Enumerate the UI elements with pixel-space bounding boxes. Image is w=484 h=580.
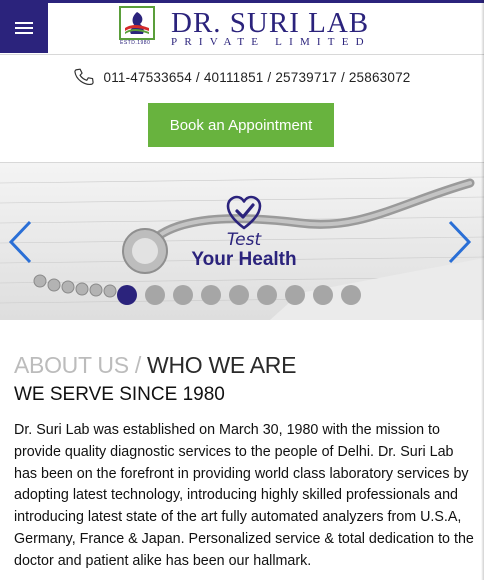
logo-estd: ESTD.1980	[120, 40, 151, 46]
hamburger-icon-bar	[15, 32, 33, 34]
phone-numbers[interactable]: 011-47533654 / 40111851 / 25739717 / 258…	[103, 70, 410, 85]
slider-dot[interactable]	[341, 285, 361, 305]
hamburger-icon-bar	[15, 27, 33, 29]
since-heading: WE SERVE SINCE 1980	[14, 384, 225, 405]
hero-slider[interactable]: Test Your Health	[0, 163, 484, 320]
hamburger-icon-bar	[15, 22, 33, 24]
header-divider	[0, 54, 484, 55]
brand-logo[interactable]: ESTD.1980 DR. SURI LAB PRIVATE LIMITED	[119, 6, 369, 50]
slider-dot[interactable]	[313, 285, 333, 305]
slider-dot[interactable]	[145, 285, 165, 305]
tagline-line-2: Your Health	[191, 249, 297, 270]
slider-dot[interactable]	[229, 285, 249, 305]
about-heading: ABOUT US / WHO WE ARE	[14, 352, 296, 379]
site-header: ESTD.1980 DR. SURI LAB PRIVATE LIMITED	[0, 0, 484, 54]
about-body-text: Dr. Suri Lab was established on March 30…	[14, 422, 474, 569]
logo-title: DR. SURI LAB	[171, 7, 370, 39]
slider-dot[interactable]	[117, 285, 137, 305]
chevron-right-icon	[448, 220, 472, 264]
chevron-left-icon	[8, 220, 32, 264]
slider-pagination	[117, 285, 361, 305]
slider-dot[interactable]	[173, 285, 193, 305]
slider-next-button[interactable]	[444, 219, 474, 265]
heart-check-icon	[226, 195, 262, 230]
slider-dot[interactable]	[257, 285, 277, 305]
about-separator: /	[134, 352, 141, 378]
phone-icon	[74, 68, 95, 85]
tagline-line-1: Test	[226, 230, 262, 250]
slider-dot[interactable]	[201, 285, 221, 305]
who-we-are-label: WHO WE ARE	[147, 352, 297, 378]
slide-tagline: Test Your Health	[184, 195, 304, 275]
about-label: ABOUT US	[14, 352, 129, 378]
slider-dot[interactable]	[285, 285, 305, 305]
menu-button[interactable]	[0, 3, 48, 53]
slider-prev-button[interactable]	[6, 219, 36, 265]
book-appointment-button[interactable]: Book an Appointment	[148, 103, 334, 147]
logo-subtitle: PRIVATE LIMITED	[171, 36, 371, 48]
contact-bar: 011-47533654 / 40111851 / 25739717 / 258…	[0, 64, 484, 90]
